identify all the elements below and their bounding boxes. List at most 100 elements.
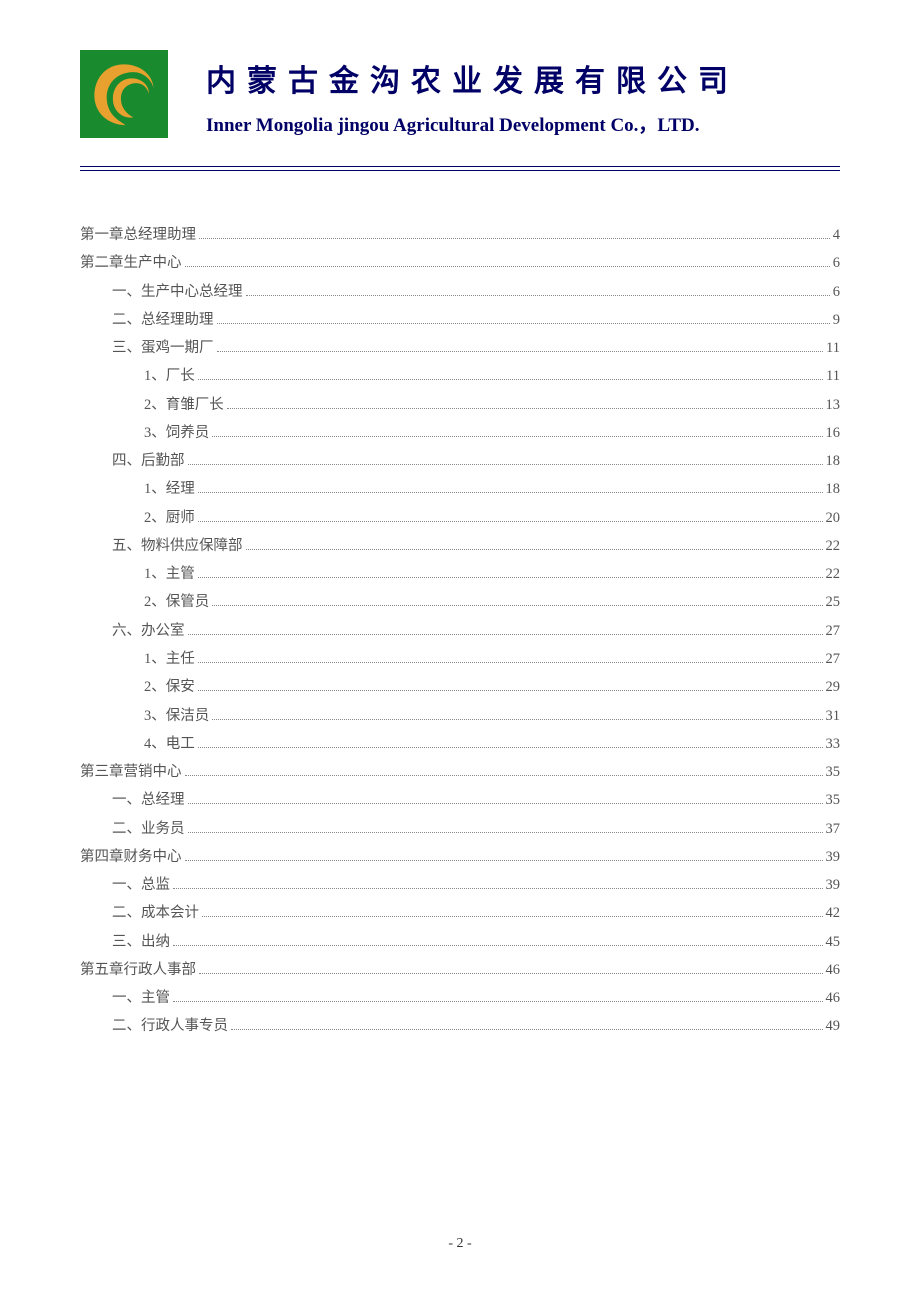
toc-entry[interactable]: 1、经理 18 — [80, 475, 840, 503]
toc-entry[interactable]: 2、育雏厂长13 — [80, 391, 840, 419]
toc-entry-label: 第四章财务中心 — [80, 843, 182, 871]
page-number: - 2 - — [448, 1236, 471, 1251]
toc-entry-page: 13 — [826, 391, 841, 419]
toc-entry-page: 22 — [826, 560, 841, 588]
toc-entry-label: 3、饲养员 — [144, 419, 209, 447]
toc-entry-page: 31 — [826, 702, 841, 730]
toc-entry[interactable]: 二、行政人事专员49 — [80, 1012, 840, 1040]
toc-leader-dots — [185, 775, 823, 776]
toc-entry-page: 29 — [826, 673, 841, 701]
toc-entry-page: 27 — [826, 617, 841, 645]
toc-leader-dots — [212, 436, 822, 437]
toc-entry-page: 35 — [826, 758, 841, 786]
toc-leader-dots — [246, 549, 823, 550]
toc-entry-page: 35 — [826, 786, 841, 814]
toc-leader-dots — [173, 888, 823, 889]
toc-entry-page: 46 — [826, 984, 841, 1012]
toc-leader-dots — [231, 1029, 823, 1030]
toc-entry[interactable]: 四、后勤部 18 — [80, 447, 840, 475]
toc-entry-page: 33 — [826, 730, 841, 758]
document-page: 内蒙古金沟农业发展有限公司 Inner Mongolia jingou Agri… — [0, 0, 920, 1302]
toc-entry-label: 1、主任 — [144, 645, 195, 673]
toc-leader-dots — [198, 577, 823, 578]
toc-entry[interactable]: 1、主管 22 — [80, 560, 840, 588]
toc-entry-page: 6 — [833, 278, 840, 306]
toc-leader-dots — [198, 521, 823, 522]
toc-entry-label: 2、厨师 — [144, 504, 195, 532]
toc-entry[interactable]: 第四章财务中心 39 — [80, 843, 840, 871]
toc-entry[interactable]: 三、蛋鸡一期厂 11 — [80, 334, 840, 362]
toc-entry[interactable]: 一、主管46 — [80, 984, 840, 1012]
toc-entry-label: 四、后勤部 — [112, 447, 185, 475]
toc-entry-label: 一、生产中心总经理 — [112, 278, 243, 306]
toc-entry[interactable]: 二、总经理助理 9 — [80, 306, 840, 334]
toc-entry[interactable]: 3、饲养员16 — [80, 419, 840, 447]
company-logo-icon — [80, 50, 168, 138]
toc-entry[interactable]: 一、生产中心总经理 6 — [80, 278, 840, 306]
toc-entry[interactable]: 第一章总经理助理4 — [80, 221, 840, 249]
toc-entry[interactable]: 六、办公室27 — [80, 617, 840, 645]
toc-entry[interactable]: 4、电工33 — [80, 730, 840, 758]
toc-entry-page: 39 — [826, 871, 841, 899]
toc-entry[interactable]: 2、保管员25 — [80, 588, 840, 616]
toc-leader-dots — [212, 719, 822, 720]
toc-entry-page: 39 — [826, 843, 841, 871]
toc-entry-page: 6 — [833, 249, 840, 277]
toc-leader-dots — [188, 464, 823, 465]
toc-entry[interactable]: 五、物料供应保障部 22 — [80, 532, 840, 560]
toc-entry-page: 46 — [826, 956, 841, 984]
toc-entry-page: 42 — [826, 899, 841, 927]
toc-leader-dots — [198, 747, 823, 748]
toc-entry-page: 11 — [826, 334, 840, 362]
toc-entry[interactable]: 2、保安29 — [80, 673, 840, 701]
toc-entry[interactable]: 2、厨师 20 — [80, 504, 840, 532]
toc-entry[interactable]: 二、业务员 37 — [80, 815, 840, 843]
toc-entry-label: 第二章生产中心 — [80, 249, 182, 277]
toc-entry-label: 三、出纳 — [112, 928, 170, 956]
toc-leader-dots — [188, 832, 823, 833]
toc-entry-page: 37 — [826, 815, 841, 843]
toc-entry[interactable]: 三、出纳45 — [80, 928, 840, 956]
toc-entry-page: 20 — [826, 504, 841, 532]
toc-entry-label: 2、保管员 — [144, 588, 209, 616]
toc-entry-label: 第三章营销中心 — [80, 758, 182, 786]
toc-entry[interactable]: 一、总监 39 — [80, 871, 840, 899]
toc-entry[interactable]: 第五章行政人事部46 — [80, 956, 840, 984]
toc-entry-page: 18 — [826, 447, 841, 475]
toc-entry-page: 4 — [833, 221, 840, 249]
toc-leader-dots — [185, 860, 823, 861]
toc-leader-dots — [198, 379, 823, 380]
toc-leader-dots — [173, 945, 823, 946]
page-footer: - 2 - — [0, 1236, 920, 1252]
toc-entry-page: 49 — [826, 1012, 841, 1040]
toc-entry-label: 一、总监 — [112, 871, 170, 899]
toc-entry-page: 18 — [826, 475, 841, 503]
toc-entry[interactable]: 一、总经理 35 — [80, 786, 840, 814]
toc-entry[interactable]: 3、保洁员 31 — [80, 702, 840, 730]
table-of-contents: 第一章总经理助理4第二章生产中心6一、生产中心总经理6二、总经理助理9三、蛋鸡一… — [80, 221, 840, 1041]
toc-entry-page: 9 — [833, 306, 840, 334]
toc-leader-dots — [199, 973, 823, 974]
toc-entry-page: 22 — [826, 532, 841, 560]
toc-leader-dots — [173, 1001, 823, 1002]
toc-leader-dots — [185, 266, 830, 267]
company-name-cn: 内蒙古金沟农业发展有限公司 — [206, 56, 840, 100]
toc-leader-dots — [198, 492, 823, 493]
header-divider — [80, 166, 840, 171]
toc-entry-label: 3、保洁员 — [144, 702, 209, 730]
toc-entry-label: 二、业务员 — [112, 815, 185, 843]
toc-entry-label: 1、主管 — [144, 560, 195, 588]
toc-entry-label: 一、总经理 — [112, 786, 185, 814]
toc-entry-label: 三、蛋鸡一期厂 — [112, 334, 214, 362]
toc-entry[interactable]: 第三章营销中心 35 — [80, 758, 840, 786]
toc-entry-label: 二、成本会计 — [112, 899, 199, 927]
letterhead: 内蒙古金沟农业发展有限公司 Inner Mongolia jingou Agri… — [80, 50, 840, 138]
toc-entry[interactable]: 1、主任27 — [80, 645, 840, 673]
company-name-en: Inner Mongolia jingou Agricultural Devel… — [206, 110, 840, 137]
toc-entry[interactable]: 第二章生产中心 6 — [80, 249, 840, 277]
toc-entry[interactable]: 二、成本会计 42 — [80, 899, 840, 927]
toc-entry-label: 五、物料供应保障部 — [112, 532, 243, 560]
toc-entry-label: 1、经理 — [144, 475, 195, 503]
toc-entry[interactable]: 1、厂长11 — [80, 362, 840, 390]
toc-entry-label: 二、总经理助理 — [112, 306, 214, 334]
